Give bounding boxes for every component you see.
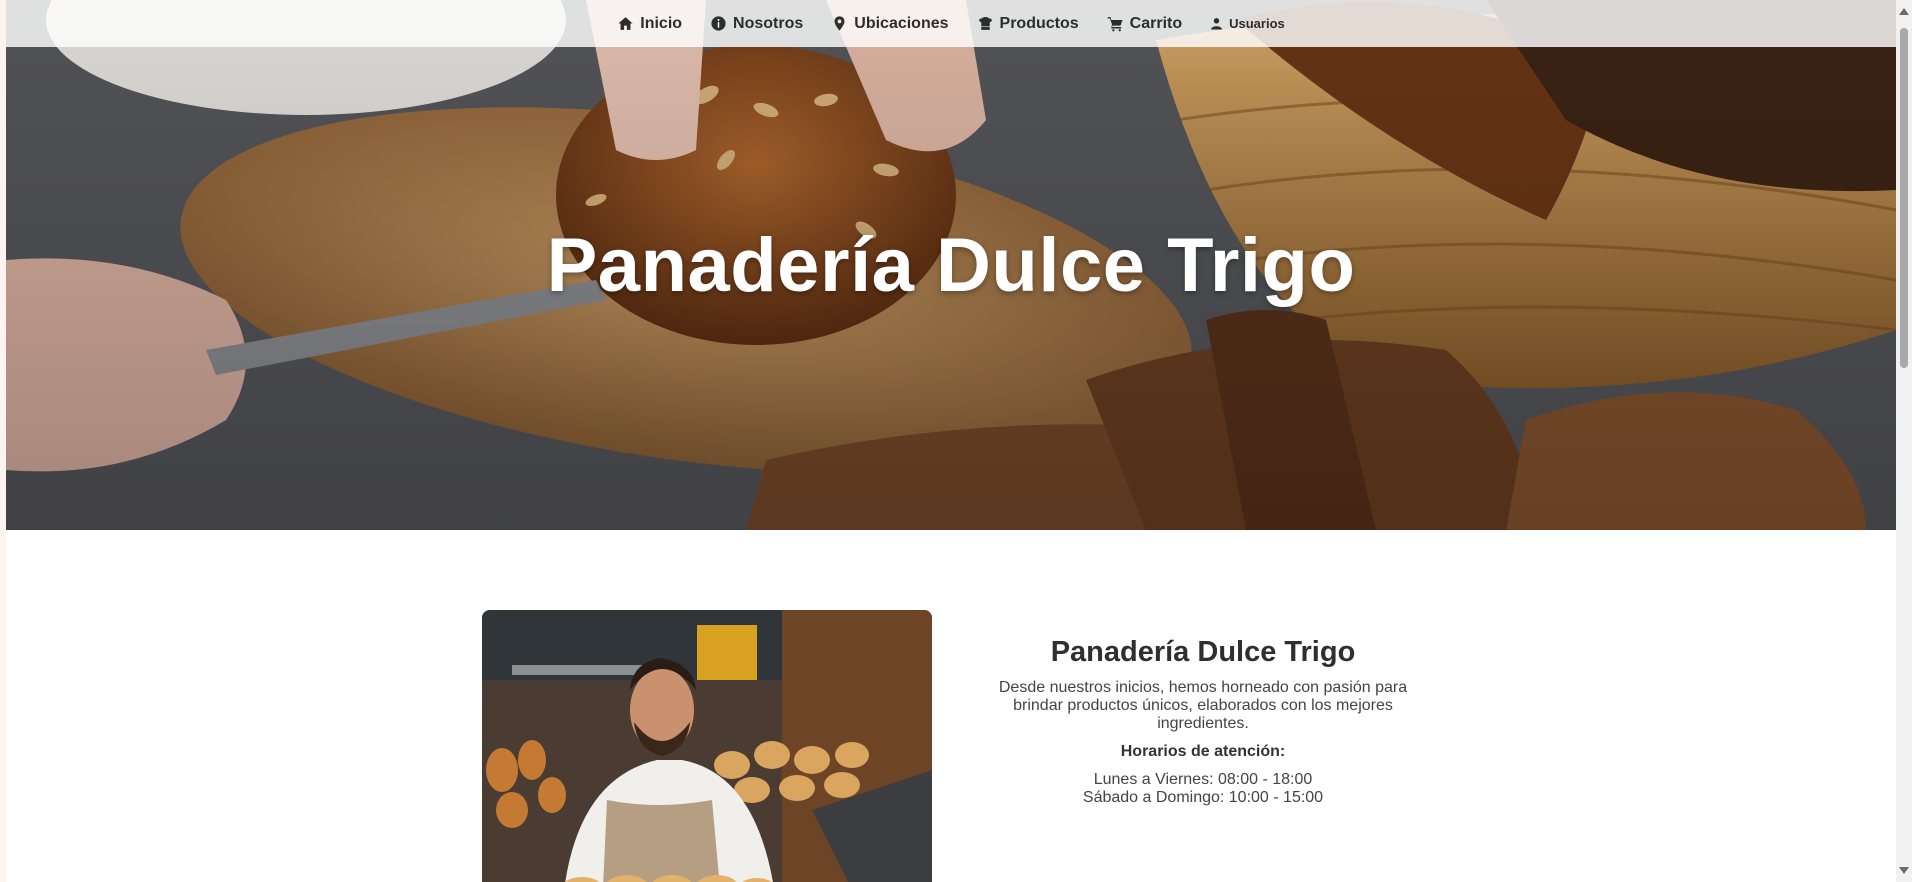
hours-weekdays: Lunes a Viernes: 08:00 - 18:00 (1093, 771, 1313, 788)
hero-title: Panadería Dulce Trigo (546, 223, 1356, 308)
nav-inicio[interactable]: Inicio (617, 15, 682, 33)
nav-ubicaciones[interactable]: Ubicaciones (831, 14, 949, 33)
about-section: Panadería Dulce Trigo Desde nuestros ini… (986, 636, 1420, 807)
page: Panadería Dulce Trigo Inicio Nosotros Ub… (6, 0, 1896, 882)
about-title: Panadería Dulce Trigo (1050, 636, 1356, 668)
hours-weekend: Sábado a Domingo: 10:00 - 15:00 (1082, 789, 1324, 806)
hours-list: Lunes a Viernes: 08:00 - 18:00 Sábado a … (986, 771, 1420, 807)
nav-productos-label: Productos (999, 14, 1079, 32)
map-pin-icon (834, 16, 845, 31)
about-description: Desde nuestros inicios, hemos horneado c… (998, 679, 1408, 732)
home-icon (618, 17, 633, 30)
nav-nosotros[interactable]: Nosotros (710, 15, 803, 33)
user-icon (1211, 18, 1223, 30)
scroll-down-icon[interactable] (1899, 867, 1909, 874)
info-icon (711, 16, 726, 31)
scroll-thumb[interactable] (1900, 28, 1908, 368)
nav-carrito-label: Carrito (1129, 14, 1183, 32)
nav-inicio-label: Inicio (640, 14, 683, 32)
hours-title: Horarios de atención: (1120, 743, 1286, 760)
nav-usuarios[interactable]: Usuarios (1210, 16, 1285, 31)
cart-icon (1107, 17, 1123, 32)
chef-hat-icon (978, 16, 992, 30)
baker-photo (482, 610, 932, 882)
hero-banner: Panadería Dulce Trigo (6, 0, 1896, 530)
baker-image (482, 610, 932, 882)
nav-nosotros-label: Nosotros (733, 14, 804, 32)
nav-usuarios-label: Usuarios (1229, 16, 1285, 31)
page-scrollbar[interactable] (1896, 0, 1912, 882)
scroll-up-icon[interactable] (1899, 8, 1909, 15)
nav-ubicaciones-label: Ubicaciones (854, 14, 949, 32)
nav-carrito[interactable]: Carrito (1107, 15, 1182, 33)
nav-productos[interactable]: Productos (977, 15, 1079, 33)
main-navbar: Inicio Nosotros Ubicaciones Productos Ca… (6, 0, 1896, 47)
